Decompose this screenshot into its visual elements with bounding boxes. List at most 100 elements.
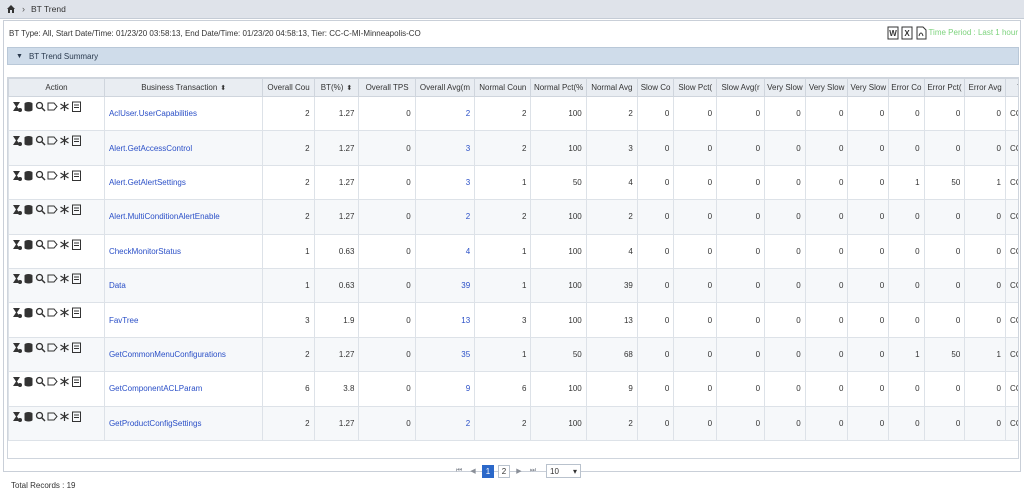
tag-icon[interactable] (47, 239, 58, 250)
business-transaction-cell[interactable]: CheckMonitorStatus (103, 233, 264, 269)
sort-icon[interactable]: ⬍ (346, 85, 352, 92)
last-page-icon[interactable]: ⏭ (528, 467, 538, 475)
database-icon[interactable] (23, 307, 34, 318)
column-header[interactable]: Overall Cou (262, 78, 315, 97)
metric-cell[interactable]: 3 (414, 130, 476, 166)
metric-cell[interactable]: 2 (414, 405, 476, 441)
metric-cell[interactable]: 9 (414, 371, 476, 407)
search-icon[interactable] (35, 342, 46, 353)
asterisk-icon[interactable] (59, 101, 70, 112)
metric-cell[interactable]: 35 (414, 336, 476, 373)
business-transaction-cell[interactable]: Data (103, 267, 264, 304)
business-transaction-cell[interactable]: GetComponentACLParam (103, 371, 264, 407)
metric-cell[interactable]: 2 (414, 95, 476, 132)
column-header[interactable]: Overall Avg(m (414, 78, 476, 97)
column-header[interactable]: Very Slow (847, 78, 890, 97)
asterisk-icon[interactable] (59, 342, 70, 353)
database-icon[interactable] (23, 342, 34, 353)
hourglass-icon[interactable] (11, 204, 22, 216)
column-header[interactable]: Normal Coun (474, 78, 532, 97)
report-icon[interactable] (71, 273, 82, 284)
search-icon[interactable] (35, 204, 46, 215)
database-icon[interactable] (23, 376, 34, 387)
column-header[interactable]: Business Transaction ⬍ (103, 78, 264, 97)
asterisk-icon[interactable] (59, 239, 70, 250)
hourglass-icon[interactable] (11, 170, 22, 181)
report-icon[interactable] (71, 239, 82, 250)
search-icon[interactable] (35, 239, 46, 250)
asterisk-icon[interactable] (59, 307, 70, 318)
hourglass-icon[interactable] (11, 411, 22, 422)
business-transaction-cell[interactable]: Alert.GetAccessControl (103, 130, 264, 166)
tag-icon[interactable] (47, 135, 58, 146)
business-transaction-cell[interactable]: Alert.GetAlertSettings (103, 164, 264, 201)
column-header[interactable]: Error Pct( (923, 78, 966, 97)
tag-icon[interactable] (47, 342, 58, 353)
metric-cell[interactable]: 39 (414, 267, 476, 304)
column-header[interactable]: Action (8, 78, 105, 97)
column-header[interactable]: Very Slow (804, 78, 849, 97)
search-icon[interactable] (35, 135, 46, 146)
business-transaction-cell[interactable]: GetProductConfigSettings (103, 405, 264, 441)
report-icon[interactable] (71, 170, 82, 181)
search-icon[interactable] (35, 376, 46, 387)
tag-icon[interactable] (47, 376, 58, 387)
report-icon[interactable] (71, 135, 82, 147)
search-icon[interactable] (35, 273, 46, 284)
database-icon[interactable] (23, 135, 34, 146)
sort-icon[interactable]: ⬍ (220, 85, 226, 92)
column-header[interactable]: Tier⬍ (1004, 78, 1018, 97)
report-icon[interactable] (71, 376, 82, 388)
hourglass-icon[interactable] (11, 342, 22, 353)
tag-icon[interactable] (47, 101, 58, 112)
column-header[interactable]: Normal Avg (585, 78, 638, 97)
metric-cell[interactable]: 13 (414, 302, 476, 338)
hourglass-icon[interactable] (11, 239, 22, 250)
metric-cell[interactable]: 4 (414, 233, 476, 269)
search-icon[interactable] (35, 170, 46, 181)
column-header[interactable]: Overall TPS (358, 78, 416, 97)
asterisk-icon[interactable] (59, 135, 70, 146)
page-size-select[interactable]: 10 ▾ (546, 464, 581, 478)
column-header[interactable]: Normal Pct(% (530, 78, 587, 97)
metric-cell[interactable]: 2 (414, 199, 476, 235)
report-icon[interactable] (71, 342, 82, 353)
metric-cell[interactable]: 3 (414, 164, 476, 201)
search-icon[interactable] (35, 307, 46, 318)
asterisk-icon[interactable] (59, 273, 70, 284)
home-icon[interactable] (6, 4, 16, 14)
tag-icon[interactable] (47, 170, 58, 181)
column-header[interactable]: Very Slow (764, 78, 806, 97)
word-export-icon[interactable]: W (887, 26, 899, 40)
column-header[interactable]: Slow Pct( (673, 78, 718, 97)
column-header[interactable]: Error Co (888, 78, 925, 97)
report-icon[interactable] (71, 101, 82, 112)
page-1-button[interactable]: 1 (482, 464, 494, 478)
summary-section-header[interactable]: ▼ BT Trend Summary (7, 47, 1019, 65)
search-icon[interactable] (35, 101, 46, 112)
prev-page-icon[interactable]: ◀ (468, 467, 478, 475)
report-icon[interactable] (71, 307, 82, 319)
database-icon[interactable] (23, 204, 34, 215)
hourglass-icon[interactable] (11, 273, 22, 284)
hourglass-icon[interactable] (11, 376, 22, 388)
business-transaction-cell[interactable]: Alert.MultiConditionAlertEnable (103, 199, 264, 235)
next-page-icon[interactable]: ▶ (514, 467, 524, 475)
breadcrumb-current[interactable]: BT Trend (31, 4, 66, 14)
column-header[interactable]: Slow Avg(r (716, 78, 766, 97)
first-page-icon[interactable]: ⏮ (454, 467, 464, 475)
time-period-link[interactable]: Time Period : Last 1 hour (928, 28, 1018, 37)
column-header[interactable]: BT(%) ⬍ (313, 78, 360, 97)
excel-export-icon[interactable]: X (901, 26, 913, 40)
asterisk-icon[interactable] (59, 376, 70, 387)
asterisk-icon[interactable] (59, 170, 70, 181)
business-transaction-cell[interactable]: FavTree (103, 302, 264, 338)
database-icon[interactable] (23, 273, 34, 284)
database-icon[interactable] (23, 170, 34, 181)
tag-icon[interactable] (47, 411, 58, 422)
hourglass-icon[interactable] (11, 307, 22, 319)
page-2-button[interactable]: 2 (498, 464, 510, 478)
report-icon[interactable] (71, 411, 82, 422)
column-header[interactable]: Slow Co (636, 78, 675, 97)
database-icon[interactable] (23, 411, 34, 422)
